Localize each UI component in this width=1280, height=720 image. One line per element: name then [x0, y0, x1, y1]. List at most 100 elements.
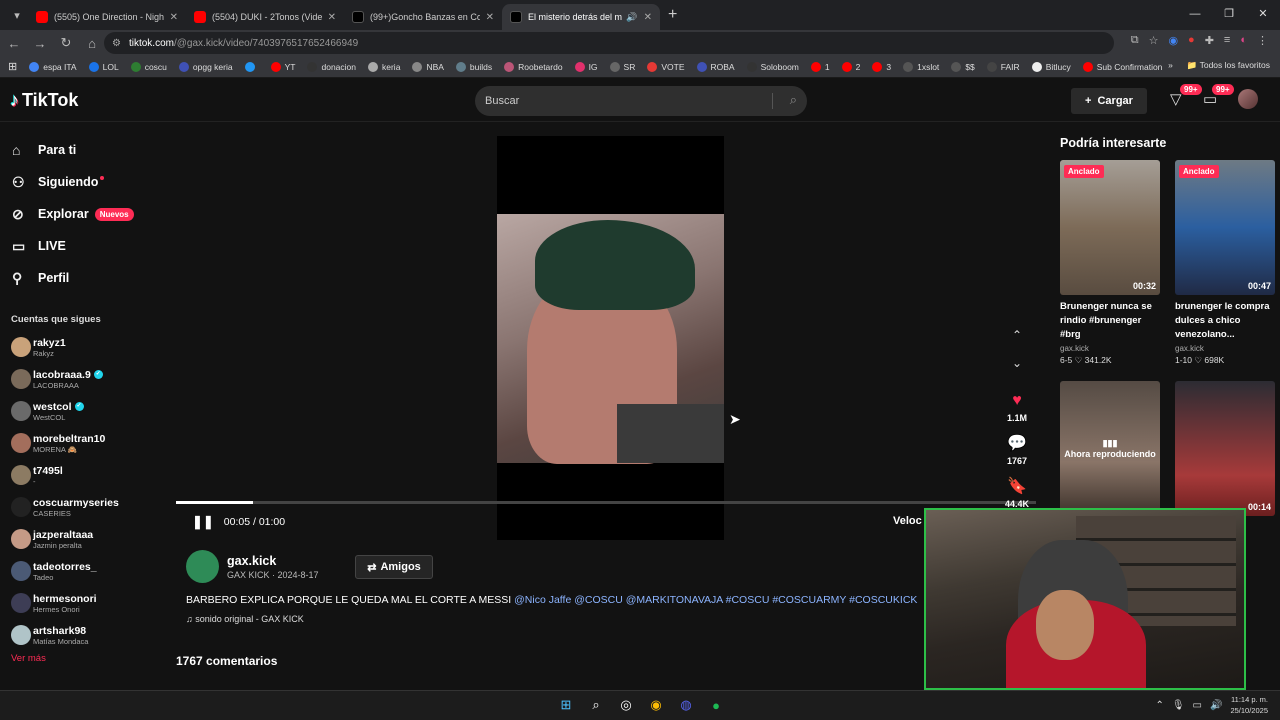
next-video-icon[interactable]: ⌄ [1000, 356, 1034, 370]
puzzle-icon[interactable]: ✚ [1205, 34, 1214, 47]
action-comment[interactable]: 💬 1767 [1000, 433, 1034, 466]
bookmark-item[interactable]: builds [455, 61, 492, 72]
sound-link[interactable]: ♫ sonido original - GAX KICK [186, 614, 304, 624]
close-tab-icon[interactable]: ✕ [328, 12, 336, 23]
minimize-icon[interactable]: — [1178, 0, 1212, 30]
speaker-icon[interactable]: 🔊 [626, 12, 637, 23]
video-channel[interactable]: gax.kick [1060, 344, 1160, 353]
see-more-link[interactable]: Ver más [0, 653, 170, 664]
user-avatar[interactable] [1238, 89, 1258, 109]
recommended-video[interactable]: Anclado 00:47 brunenger le compra dulces a… [1175, 160, 1275, 366]
apps-icon[interactable]: ⊞ [8, 60, 17, 73]
followed-account[interactable]: hermesonori Hermes Onori [0, 587, 170, 619]
all-bookmarks-link[interactable]: 📁 Todos los favoritos [1187, 60, 1270, 71]
restore-icon[interactable]: ❐ [1212, 0, 1246, 30]
bookmark-item[interactable]: FAIR [986, 61, 1020, 72]
inbox-filter-icon[interactable]: ▽ [1170, 90, 1182, 108]
bookmark-item[interactable]: IG [574, 61, 598, 72]
star-icon[interactable]: ☆ [1149, 34, 1159, 47]
bookmark-item[interactable]: keria [368, 61, 400, 72]
bookmark-item[interactable]: YT [270, 61, 295, 72]
chrome-icon[interactable]: ◉ [646, 695, 666, 715]
url-field[interactable]: ⚙ tiktok.com/@gax.kick/video/74039765176… [104, 32, 1114, 54]
bookmark-item[interactable] [244, 61, 259, 72]
followed-account[interactable]: coscuarmyseries CASERIES [0, 491, 170, 523]
tray-chevron-icon[interactable]: ⌃ [1155, 700, 1163, 711]
bookmark-item[interactable]: Soloboom [746, 61, 799, 72]
nav-item-perfil[interactable]: ⚲ Perfil [0, 262, 170, 294]
taskbar-search-icon[interactable]: ⌕ [586, 695, 606, 715]
bookmark-item[interactable]: $$ [951, 61, 975, 72]
video-thumbnail[interactable]: Anclado 00:32 [1060, 160, 1160, 295]
reload-icon[interactable]: ↻ [54, 35, 78, 51]
profile-icon[interactable]: ◐ [1240, 34, 1247, 47]
bookmark-item[interactable]: VOTE [647, 61, 685, 72]
followed-account[interactable]: lacobraaa.9 ✓ LACOBRAAA [0, 363, 170, 395]
bookmark-item[interactable]: Sub Confirmation [1082, 61, 1162, 72]
bookmark-item[interactable]: 2 [841, 61, 860, 72]
obs-icon[interactable]: ◎ [616, 695, 636, 715]
followed-account[interactable]: jazperaltaaa Jazmin peralta [0, 523, 170, 555]
search-icon[interactable]: ⌕ [790, 92, 797, 108]
recommended-video[interactable]: 00:14 [1175, 381, 1275, 516]
close-window-icon[interactable]: ✕ [1246, 0, 1280, 30]
video-thumbnail[interactable]: ▮▮▮ Ahora reproduciendo [1060, 381, 1160, 516]
followed-account[interactable]: westcol ✓ WestCOL [0, 395, 170, 427]
action-bookmark[interactable]: 🔖 44.4K [1000, 476, 1034, 509]
display-icon[interactable]: ▭ [1193, 700, 1202, 711]
nav-item-siguiendo[interactable]: ⚇ Siguiendo [0, 166, 170, 198]
bookmark-item[interactable]: donacion [307, 61, 356, 72]
mic-icon[interactable]: 🎙 [1172, 700, 1185, 711]
start-icon[interactable]: ⊞ [556, 695, 576, 715]
tiktok-logo[interactable]: ♪ TikTok [10, 90, 78, 111]
speed-button[interactable]: Veloc [893, 515, 922, 527]
media-icon[interactable]: ≡ [1224, 34, 1230, 47]
bookmark-item[interactable]: LOL [88, 61, 119, 72]
bookmark-item[interactable]: ROBA [696, 61, 735, 72]
new-tab-button[interactable]: + [668, 6, 677, 24]
record-icon[interactable]: ● [1188, 34, 1195, 47]
browser-tab[interactable]: (99+)Goncho Banzas en Count ✕ [344, 4, 502, 30]
heart-icon[interactable]: ♥ [1012, 392, 1022, 410]
tab-search-icon[interactable]: ▾ [6, 4, 28, 26]
close-tab-icon[interactable]: ✕ [170, 12, 178, 23]
nav-item-para-ti[interactable]: ⌂ Para ti [0, 134, 170, 166]
caption-tags[interactable]: @Nico Jaffe @COSCU @MARKITONAVAJA #COSCU… [514, 594, 917, 606]
action-heart[interactable]: ♥ 1.1M [1000, 392, 1034, 423]
previous-video-icon[interactable]: ⌃ [1000, 328, 1034, 342]
volume-icon[interactable]: 🔊 [1210, 700, 1222, 711]
close-tab-icon[interactable]: ✕ [644, 12, 652, 23]
menu-icon[interactable]: ⋮ [1257, 34, 1268, 47]
video-channel[interactable]: gax.kick [1175, 344, 1275, 353]
bookmarks-overflow-icon[interactable]: » [1168, 60, 1173, 71]
browser-tab[interactable]: (5505) One Direction - Night C ✕ [28, 4, 186, 30]
comment-icon[interactable]: 💬 [1007, 433, 1027, 453]
video-progress-bar[interactable] [176, 501, 1036, 504]
recommended-video[interactable]: Anclado 00:32 Brunenger nunca se rindio #b… [1060, 160, 1160, 366]
discord-icon[interactable]: ◍ [676, 695, 696, 715]
browser-tab[interactable]: (5504) DUKI - 2Tonos (Video O ✕ [186, 4, 344, 30]
spotify-icon[interactable]: ● [706, 695, 726, 715]
bookmark-item[interactable]: 1xslot [903, 61, 939, 72]
bookmark-icon[interactable]: 🔖 [1007, 476, 1027, 496]
bookmark-item[interactable]: Bitlucy [1031, 61, 1071, 72]
close-tab-icon[interactable]: ✕ [486, 12, 494, 23]
back-icon[interactable]: ← [2, 36, 26, 51]
bookmark-item[interactable]: 3 [872, 61, 891, 72]
bookmark-item[interactable]: NBA [412, 61, 444, 72]
video-player[interactable]: ❚❚ 00:05 / 01:00 Veloc [176, 136, 1044, 540]
upload-button[interactable]: + Cargar [1071, 88, 1147, 114]
home-page-icon[interactable]: ⌂ [80, 36, 104, 51]
browser-tab[interactable]: El misterio detrás del mal c🔊 ✕ [502, 4, 660, 30]
followed-account[interactable]: morebeltran10 MORENA 🙈 [0, 427, 170, 459]
bookmark-item[interactable]: espa ITA [29, 61, 77, 72]
video-title[interactable]: Brunenger nunca se rindio #brunenger #br… [1060, 300, 1160, 342]
video-title[interactable]: brunenger le compra dulces a chico venez… [1175, 300, 1275, 342]
pause-icon[interactable]: ❚❚ [192, 514, 214, 530]
clock[interactable]: 11:14 p. m. 25/10/2025 [1230, 694, 1268, 716]
followed-account[interactable]: artshark98 Matías Mondaca [0, 619, 170, 651]
followed-account[interactable]: rakyz1 Rakyz [0, 331, 170, 363]
site-info-icon[interactable]: ⚙ [112, 38, 121, 49]
extension-icon[interactable]: ◉ [1168, 34, 1178, 47]
followed-account[interactable]: tadeotorres_ Tadeo [0, 555, 170, 587]
